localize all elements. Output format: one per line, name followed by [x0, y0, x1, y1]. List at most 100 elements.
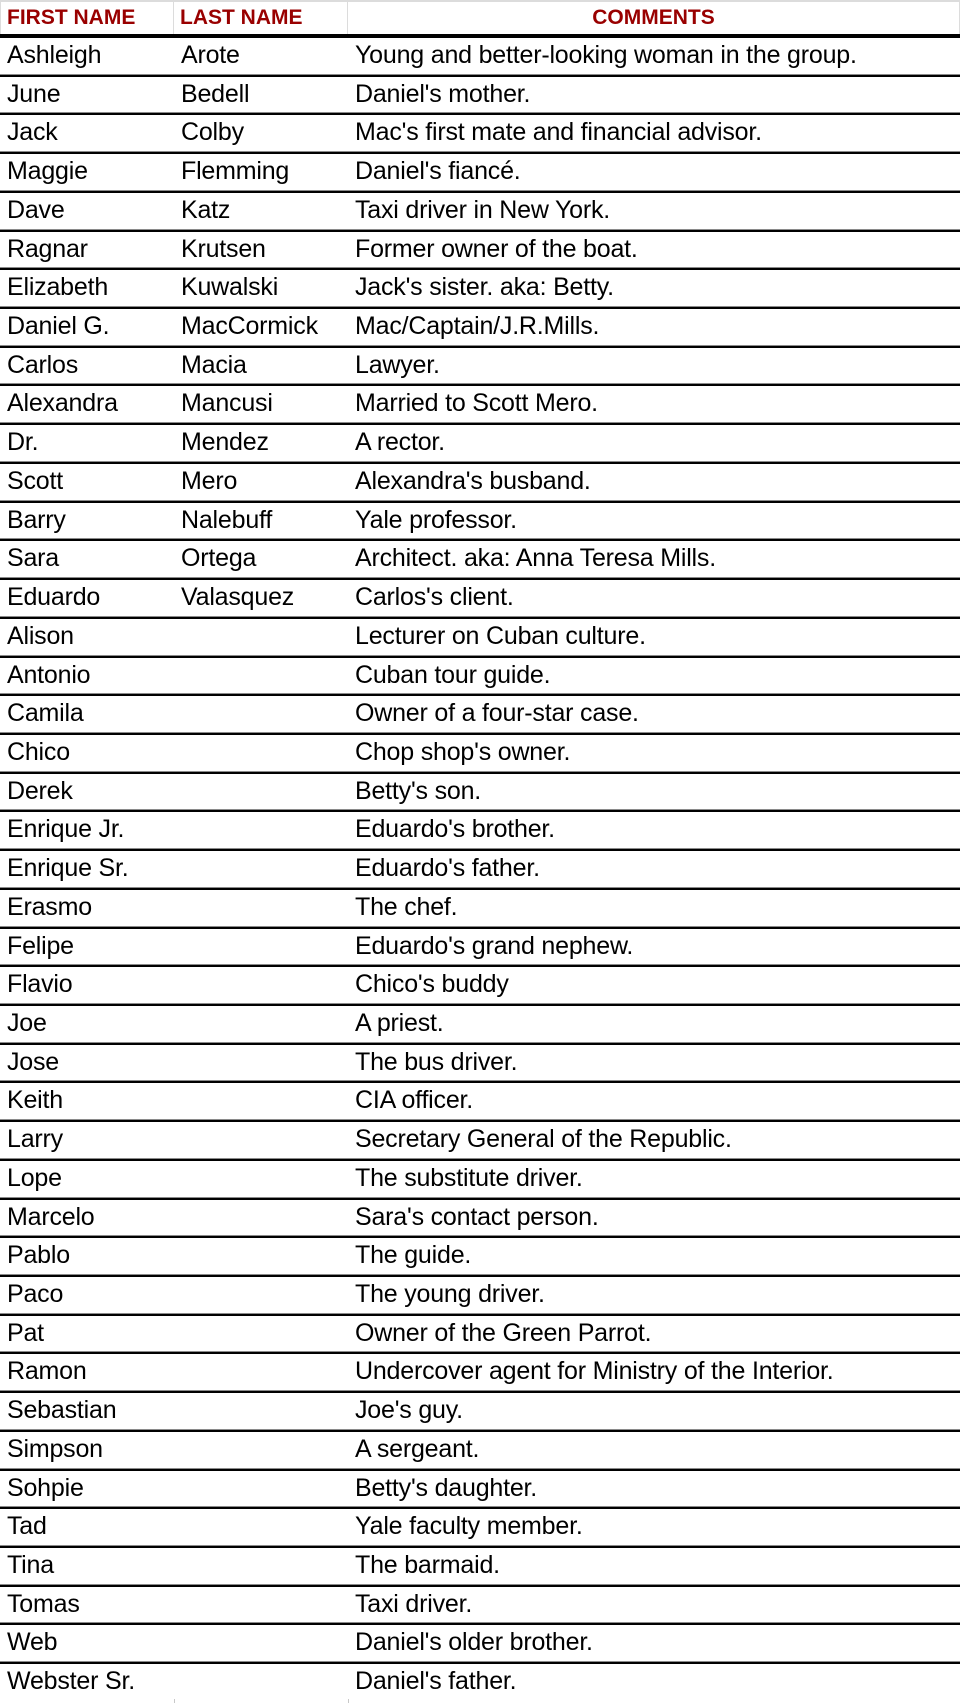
first-name-cell: Alexandra	[7, 389, 118, 418]
table-row: Joe A priest.	[0, 1006, 960, 1045]
comment-cell: Eduardo's brother.	[355, 815, 555, 844]
last-name-cell	[174, 1625, 348, 1661]
first-name-cell: Camila	[7, 699, 84, 728]
last-name-cell: Macia	[181, 350, 247, 379]
last-name-cell	[174, 1045, 348, 1081]
last-name-cell	[174, 1354, 348, 1390]
last-name-cell	[174, 1471, 348, 1507]
last-name-cell: Krutsen	[181, 234, 266, 263]
last-name-cell	[174, 1200, 348, 1236]
first-name-cell: Enrique Jr.	[7, 815, 125, 844]
table-row: Larry Secretary General of the Republic.	[0, 1122, 960, 1161]
comment-cell: Owner of the Green Parrot.	[355, 1318, 652, 1347]
comment-cell: Jack's sister. aka: Betty.	[355, 273, 614, 302]
table-header-row: FIRST NAME LAST NAME COMMENTS	[0, 0, 960, 38]
comment-cell: Betty's daughter.	[355, 1473, 538, 1502]
table-row: Flavio Chico's buddy	[0, 967, 960, 1006]
last-name-cell	[174, 812, 348, 848]
last-name-cell	[174, 890, 348, 926]
table-row: Paco The young driver.	[0, 1277, 960, 1316]
first-name-cell: Dave	[7, 195, 65, 224]
first-name-cell: Ragnar	[7, 234, 88, 263]
comment-cell: Taxi driver in New York.	[355, 195, 611, 224]
last-name-cell	[174, 1509, 348, 1545]
last-name-cell	[174, 1161, 348, 1197]
comment-cell: Yale faculty member.	[355, 1512, 583, 1541]
table-row: Alexandra Mancusi Married to Scott Mero.	[0, 386, 960, 426]
table-row: Jack Colby Mac's first mate and financial …	[0, 115, 960, 155]
first-name-cell: Paco	[7, 1280, 64, 1308]
table-row: Pablo The guide.	[0, 1238, 960, 1277]
comment-cell: Mac's first mate and financial advisor.	[355, 118, 762, 147]
first-name-cell: Enrique Sr.	[7, 854, 129, 883]
comment-cell: CIA officer.	[355, 1086, 474, 1115]
comment-cell: Chop shop's owner.	[355, 737, 571, 766]
first-name-cell: Lope	[7, 1163, 62, 1192]
table-row: Keith CIA officer.	[0, 1083, 960, 1123]
column-tick	[348, 1698, 349, 1703]
last-name-cell: Kuwalski	[181, 273, 279, 302]
comment-cell: Daniel's father.	[355, 1667, 517, 1696]
first-name-cell: Sohpie	[7, 1473, 84, 1502]
table-row: Enrique Sr. Eduardo's father.	[0, 851, 960, 890]
last-name-cell	[174, 1587, 348, 1623]
comment-cell: Daniel's fiancé.	[355, 157, 521, 186]
table-row: Dr. Mendez A rector.	[0, 425, 960, 464]
comment-cell: Owner of a four-star case.	[355, 699, 639, 728]
last-name-cell	[174, 1664, 348, 1703]
first-name-cell: Tomas	[7, 1589, 80, 1618]
last-name-cell	[174, 1277, 348, 1313]
comment-cell: Yale professor.	[355, 505, 517, 534]
last-name-cell: Flemming	[181, 157, 290, 186]
table-row: Jose The bus driver.	[0, 1045, 960, 1084]
table-row: Erasmo The chef.	[0, 890, 960, 929]
table-row: Felipe Eduardo's grand nephew.	[0, 929, 960, 968]
table-row: Carlos Macia Lawyer.	[0, 348, 960, 387]
first-name-cell: June	[7, 79, 61, 108]
comment-cell: Architect. aka: Anna Teresa Mills.	[355, 544, 716, 573]
table-row: Barry Nalebuff Yale professor.	[0, 503, 960, 542]
first-name-cell: Alison	[7, 621, 74, 650]
first-name-cell: Simpson	[7, 1434, 103, 1463]
table-row: Sara Ortega Architect. aka: Anna Teresa Mi…	[0, 541, 960, 581]
first-name-cell: Carlos	[7, 350, 79, 379]
header-first-name: FIRST NAME	[0, 2, 174, 34]
comment-cell: Undercover agent for Ministry of the Int…	[355, 1357, 834, 1386]
comment-cell: Former owner of the boat.	[355, 234, 638, 263]
last-name-cell: Arote	[181, 41, 240, 69]
last-name-cell: Valasquez	[181, 583, 295, 612]
last-name-cell: Mendez	[181, 428, 269, 457]
first-name-cell: Antonio	[7, 660, 91, 689]
table-row: Ramon Undercover agent for Ministry of th…	[0, 1354, 960, 1394]
first-name-cell: Larry	[7, 1125, 63, 1154]
table-row: Derek Betty's son.	[0, 774, 960, 813]
last-name-cell	[174, 929, 348, 965]
comment-cell: Daniel's older brother.	[355, 1628, 593, 1657]
last-name-cell	[174, 1122, 348, 1158]
comment-cell: Joe's guy.	[355, 1396, 463, 1425]
last-name-cell	[174, 1548, 348, 1584]
table-row: Tina The barmaid.	[0, 1548, 960, 1587]
first-name-cell: Scott	[7, 466, 63, 495]
last-name-cell	[174, 967, 348, 1003]
comment-cell: The young driver.	[355, 1280, 545, 1308]
first-name-cell: Tad	[7, 1512, 47, 1541]
comment-cell: Betty's son.	[355, 776, 482, 805]
comment-cell: Lawyer.	[355, 350, 440, 379]
comment-cell: Carlos's client.	[355, 583, 514, 612]
last-name-cell: Katz	[181, 195, 231, 224]
first-name-cell: Maggie	[7, 157, 88, 186]
comment-cell: Taxi driver.	[355, 1589, 473, 1618]
first-name-cell: Elizabeth	[7, 273, 109, 302]
first-name-cell: Pablo	[7, 1241, 70, 1270]
last-name-cell	[174, 851, 348, 887]
table-row: Chico Chop shop's owner.	[0, 735, 960, 774]
first-name-cell: Jose	[7, 1047, 60, 1076]
last-name-cell	[174, 619, 348, 655]
comment-cell: Sara's contact person.	[355, 1202, 599, 1231]
last-name-cell: Ortega	[181, 544, 257, 573]
first-name-cell: Pat	[7, 1318, 44, 1347]
first-name-cell: Web	[7, 1628, 58, 1657]
table-row: Enrique Jr. Eduardo's brother.	[0, 812, 960, 852]
comment-cell: Married to Scott Mero.	[355, 389, 598, 418]
